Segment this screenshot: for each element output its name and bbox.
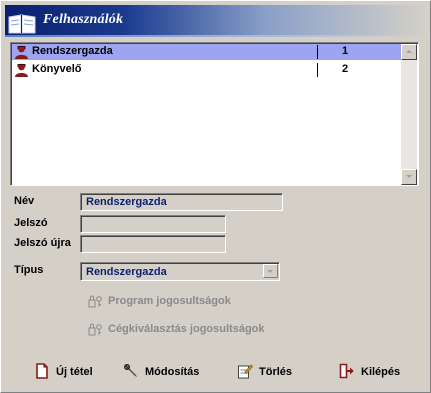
title-underline <box>5 35 427 37</box>
password-again-label: Jelszó újra <box>14 237 71 249</box>
exit-door-icon <box>339 363 354 379</box>
delete-label: Törlés <box>259 366 293 378</box>
user-name: Rendszergazda <box>32 45 113 57</box>
list-item[interactable]: Rendszergazda 1 <box>12 44 401 60</box>
column-divider <box>317 45 318 59</box>
arrow-down-icon <box>406 175 412 178</box>
user-id: 2 <box>342 63 349 75</box>
type-dropdown-button[interactable] <box>263 264 278 278</box>
new-item-label: Új tétel <box>56 366 93 378</box>
company-selection-permissions-label: Cégkiválasztás jogosultságok <box>108 323 265 335</box>
list-scrollbar[interactable] <box>401 44 417 185</box>
lock-key-icon <box>88 295 102 308</box>
users-window: Felhasználók Rendszergazda 1 Könyvelő 2 … <box>0 0 431 393</box>
users-list: Rendszergazda 1 Könyvelő 2 <box>12 44 401 185</box>
name-field[interactable]: Rendszergazda <box>80 193 283 211</box>
user-icon <box>15 63 28 77</box>
password-label: Jelszó <box>14 217 48 229</box>
user-name: Könyvelő <box>32 63 82 75</box>
delete-button[interactable]: Törlés <box>237 363 299 383</box>
user-icon <box>15 45 28 59</box>
title-bar: Felhasználók <box>5 5 427 35</box>
type-select[interactable]: Rendszergazda <box>80 262 280 281</box>
type-label: Típus <box>14 264 44 276</box>
program-permissions-button[interactable]: Program jogosultságok <box>88 294 248 310</box>
name-label: Név <box>14 195 35 207</box>
password-again-field[interactable] <box>80 235 226 253</box>
lock-key-icon <box>88 323 102 336</box>
arrow-up-icon <box>406 50 412 53</box>
window-title: Felhasználók <box>43 12 124 27</box>
scroll-down-button[interactable] <box>401 169 417 185</box>
modify-label: Módosítás <box>145 366 200 378</box>
users-book-icon <box>8 14 36 34</box>
list-item[interactable]: Könyvelő 2 <box>12 62 401 78</box>
type-select-value: Rendszergazda <box>86 266 167 278</box>
exit-label: Kilépés <box>361 366 401 378</box>
exit-button[interactable]: Kilépés <box>339 363 409 383</box>
new-item-button[interactable]: Új tétel <box>34 363 104 383</box>
wrench-icon <box>124 364 137 377</box>
users-listbox[interactable]: Rendszergazda 1 Könyvelő 2 <box>10 42 419 186</box>
scroll-up-button[interactable] <box>401 44 417 60</box>
program-permissions-label: Program jogosultságok <box>108 295 231 307</box>
edit-note-icon <box>238 364 253 379</box>
company-selection-permissions-button[interactable]: Cégkiválasztás jogosultságok <box>88 322 283 338</box>
user-id: 1 <box>342 45 349 57</box>
column-divider <box>317 63 318 77</box>
modify-button[interactable]: Módosítás <box>123 363 208 383</box>
chevron-down-icon <box>267 270 273 273</box>
password-field[interactable] <box>80 215 226 233</box>
new-document-icon <box>36 363 48 379</box>
